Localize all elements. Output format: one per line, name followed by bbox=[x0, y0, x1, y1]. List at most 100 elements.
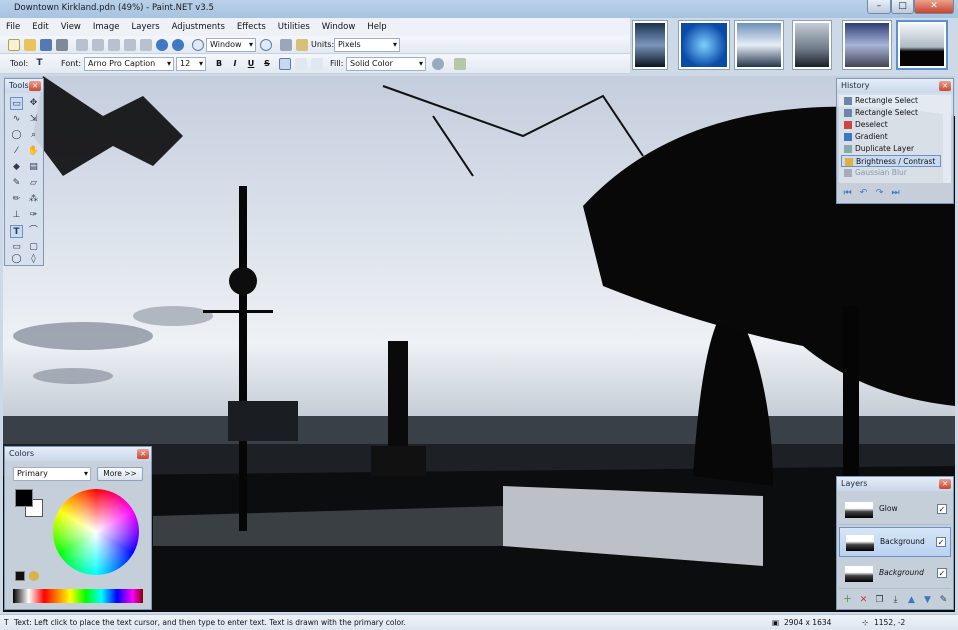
layer-row-background-selected[interactable]: Background ✓ bbox=[839, 527, 951, 557]
history-item[interactable]: Deselect bbox=[841, 119, 941, 131]
font-size-select[interactable]: 12 bbox=[176, 57, 206, 71]
strikethrough-button[interactable]: S bbox=[261, 57, 273, 70]
history-last-icon[interactable]: ⏭ bbox=[889, 187, 902, 200]
rect-select-tool-icon[interactable]: ▭ bbox=[10, 97, 23, 110]
history-redo-icon[interactable]: ↷ bbox=[873, 187, 886, 200]
history-item[interactable]: Rectangle Select bbox=[841, 95, 941, 107]
history-item[interactable]: Duplicate Layer bbox=[841, 143, 941, 155]
menu-help[interactable]: Help bbox=[361, 18, 392, 36]
color-mode-select[interactable]: Primary bbox=[13, 467, 91, 481]
new-icon[interactable] bbox=[8, 39, 20, 51]
gradient-tool-icon[interactable]: ▤ bbox=[27, 161, 40, 174]
crop-icon[interactable] bbox=[124, 39, 136, 51]
eraser-tool-icon[interactable]: ▱ bbox=[27, 177, 40, 190]
align-center-icon[interactable] bbox=[295, 58, 307, 70]
font-select[interactable]: Arno Pro Caption bbox=[84, 57, 174, 71]
history-panel-close-button[interactable]: ✕ bbox=[939, 81, 951, 91]
fill-select[interactable]: Solid Color bbox=[346, 57, 426, 71]
undo-icon[interactable] bbox=[156, 39, 168, 51]
layer-visible-checkbox[interactable]: ✓ bbox=[936, 537, 946, 547]
duplicate-layer-icon[interactable]: ❐ bbox=[873, 594, 886, 607]
text-tool-icon[interactable]: T bbox=[33, 57, 46, 70]
menu-adjustments[interactable]: Adjustments bbox=[166, 18, 231, 36]
menu-file[interactable]: File bbox=[0, 18, 26, 36]
layer-row-background[interactable]: Background ✓ bbox=[839, 559, 951, 589]
menu-image[interactable]: Image bbox=[87, 18, 126, 36]
history-item[interactable]: Rectangle Select bbox=[841, 107, 941, 119]
pencil-tool-icon[interactable]: ✏ bbox=[10, 193, 23, 206]
colors-panel-close-button[interactable]: ✕ bbox=[137, 449, 149, 459]
move-layer-up-icon[interactable]: ▲ bbox=[905, 594, 918, 607]
cut-icon[interactable] bbox=[76, 39, 88, 51]
menu-edit[interactable]: Edit bbox=[26, 18, 54, 36]
add-layer-icon[interactable]: ＋ bbox=[841, 594, 854, 607]
image-tab-5[interactable] bbox=[842, 20, 892, 70]
paint-bucket-tool-icon[interactable]: ◆ bbox=[10, 161, 23, 174]
layers-panel-close-button[interactable]: ✕ bbox=[939, 479, 951, 489]
reset-colors-icon[interactable] bbox=[15, 571, 25, 581]
color-palette[interactable] bbox=[13, 589, 143, 603]
menu-window[interactable]: Window bbox=[316, 18, 362, 36]
pan-tool-icon[interactable]: ✋ bbox=[27, 145, 40, 158]
image-tab-3[interactable] bbox=[734, 20, 784, 70]
paste-icon[interactable] bbox=[108, 39, 120, 51]
antialias-icon[interactable] bbox=[432, 58, 444, 70]
zoom-icon[interactable] bbox=[192, 39, 204, 51]
layer-visible-checkbox[interactable]: ✓ bbox=[937, 568, 947, 578]
maximize-button[interactable]: □ bbox=[891, 0, 914, 14]
text-tool-icon-panel[interactable]: T bbox=[10, 225, 23, 238]
ellipse-tool-icon[interactable]: ◯ bbox=[10, 253, 23, 266]
ellipse-select-tool-icon[interactable]: ◯ bbox=[10, 129, 23, 142]
close-button[interactable]: ✕ bbox=[914, 0, 954, 14]
history-item-selected[interactable]: Brightness / Contrast bbox=[841, 155, 941, 167]
color-wheel[interactable] bbox=[53, 489, 139, 575]
save-icon[interactable] bbox=[40, 39, 52, 51]
history-item[interactable]: Gradient bbox=[841, 131, 941, 143]
magic-wand-tool-icon[interactable]: ⁄ bbox=[10, 145, 23, 158]
copy-icon[interactable] bbox=[92, 39, 104, 51]
rulers-icon[interactable] bbox=[296, 39, 308, 51]
delete-layer-icon[interactable]: ✕ bbox=[857, 594, 870, 607]
zoom-tool-icon[interactable]: ⌕ bbox=[27, 129, 40, 142]
lasso-tool-icon[interactable]: ∿ bbox=[10, 113, 23, 126]
image-tab-active[interactable] bbox=[896, 20, 948, 70]
history-first-icon[interactable]: ⏮ bbox=[841, 187, 854, 200]
layer-row-glow[interactable]: Glow ✓ bbox=[839, 495, 951, 525]
image-tab-4[interactable] bbox=[792, 20, 832, 70]
history-item-redo[interactable]: Gaussian Blur bbox=[841, 167, 941, 179]
zoom-select[interactable]: Window bbox=[206, 38, 256, 52]
move-layer-down-icon[interactable]: ▼ bbox=[921, 594, 934, 607]
open-icon[interactable] bbox=[24, 39, 36, 51]
menu-effects[interactable]: Effects bbox=[231, 18, 272, 36]
merge-layer-down-icon[interactable]: ⤓ bbox=[889, 594, 902, 607]
history-scrollbar[interactable] bbox=[943, 95, 951, 183]
line-curve-tool-icon[interactable]: ⌒ bbox=[27, 225, 40, 238]
align-left-icon[interactable] bbox=[279, 58, 291, 70]
paintbrush-tool-icon[interactable]: ✎ bbox=[10, 177, 23, 190]
layer-properties-icon[interactable]: ✎ bbox=[937, 594, 950, 607]
grid-icon[interactable] bbox=[280, 39, 292, 51]
menu-layers[interactable]: Layers bbox=[126, 18, 166, 36]
print-icon[interactable] bbox=[56, 39, 68, 51]
menu-utilities[interactable]: Utilities bbox=[272, 18, 316, 36]
minimize-button[interactable]: – bbox=[867, 0, 891, 14]
zoom-in-icon[interactable] bbox=[260, 39, 272, 51]
italic-button[interactable]: I bbox=[229, 57, 241, 70]
freeform-shape-tool-icon[interactable]: ◊ bbox=[27, 253, 40, 266]
move-tool-icon[interactable]: ✥ bbox=[27, 97, 40, 110]
color-picker-tool-icon[interactable]: ⁂ bbox=[27, 193, 40, 206]
more-colors-button[interactable]: More >> bbox=[97, 467, 143, 481]
tools-panel-close-button[interactable]: ✕ bbox=[29, 81, 41, 91]
bold-button[interactable]: B bbox=[213, 57, 225, 70]
deselect-icon[interactable] bbox=[140, 39, 152, 51]
image-tab-2[interactable] bbox=[678, 20, 730, 70]
menu-view[interactable]: View bbox=[55, 18, 87, 36]
blend-mode-icon[interactable] bbox=[454, 58, 466, 70]
image-tab-1[interactable] bbox=[632, 20, 668, 70]
redo-icon[interactable] bbox=[172, 39, 184, 51]
align-right-icon[interactable] bbox=[311, 58, 323, 70]
layer-visible-checkbox[interactable]: ✓ bbox=[937, 504, 947, 514]
palette-menu-icon[interactable] bbox=[29, 571, 39, 581]
underline-button[interactable]: U bbox=[245, 57, 257, 70]
clone-stamp-tool-icon[interactable]: ⊥ bbox=[10, 209, 23, 222]
